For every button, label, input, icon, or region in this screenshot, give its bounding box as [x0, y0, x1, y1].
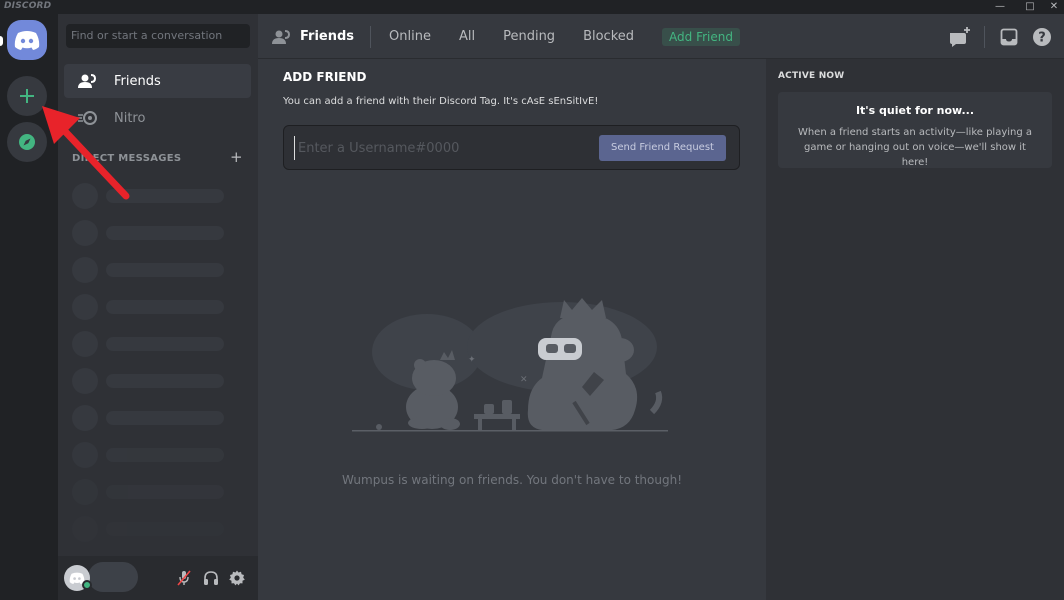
quiet-description: When a friend starts an activity—like pl… [796, 125, 1034, 170]
divider [984, 26, 985, 48]
tab-all[interactable]: All [459, 29, 475, 44]
tab-pending[interactable]: Pending [503, 29, 555, 44]
discord-logo-icon [14, 30, 40, 50]
discord-app: DISCORD — □ ✕ Find or start a con [0, 0, 1064, 600]
tab-blocked[interactable]: Blocked [583, 29, 634, 44]
send-friend-request-button[interactable]: Send Friend Request [599, 135, 726, 161]
active-now-title: ACTIVE NOW [778, 71, 844, 81]
svg-text:✕: ✕ [520, 375, 528, 385]
mute-microphone-icon[interactable] [175, 568, 193, 588]
divider [370, 26, 371, 48]
empty-state-text: Wumpus is waiting on friends. You don't … [258, 473, 766, 487]
headphones-icon[interactable] [202, 568, 220, 588]
annotation-arrow [36, 100, 136, 200]
dm-placeholder [72, 294, 224, 320]
active-now-panel: ACTIVE NOW It's quiet for now... When a … [766, 59, 1064, 600]
friends-icon [272, 29, 292, 45]
home-button[interactable] [7, 20, 47, 60]
app-brand: DISCORD [4, 1, 51, 11]
online-status-icon [82, 580, 92, 590]
tab-online[interactable]: Online [389, 29, 431, 44]
maximize-icon[interactable]: □ [1020, 0, 1040, 14]
dm-placeholder [72, 368, 224, 394]
settings-icon[interactable] [228, 568, 246, 588]
search-input[interactable]: Find or start a conversation [66, 24, 250, 48]
dm-placeholder [72, 257, 224, 283]
add-friend-box: Send Friend Request [283, 125, 740, 170]
explore-icon [18, 133, 36, 151]
username-redacted [88, 562, 138, 592]
dm-placeholder [72, 405, 224, 431]
friends-icon [76, 69, 100, 93]
username-input[interactable] [294, 136, 584, 160]
header-title: Friends [272, 29, 354, 45]
create-dm-button[interactable]: + [230, 148, 243, 166]
sidebar-item-label: Friends [114, 74, 161, 89]
tab-add-friend[interactable]: Add Friend [662, 28, 740, 46]
close-icon[interactable]: ✕ [1044, 0, 1064, 14]
new-group-dm-icon[interactable] [948, 25, 972, 49]
quiet-title: It's quiet for now... [778, 104, 1052, 117]
svg-text:✦: ✦ [468, 355, 476, 365]
add-server-icon [19, 88, 35, 104]
dm-placeholder [72, 516, 224, 542]
friends-tabs: Friends Online All Pending Blocked Add F… [272, 14, 740, 59]
selected-indicator [0, 36, 3, 46]
title-bar: DISCORD — □ ✕ [0, 0, 1064, 14]
minimize-icon[interactable]: — [990, 0, 1010, 14]
dm-placeholder [72, 220, 224, 246]
user-panel [58, 556, 258, 600]
sidebar-item-friends[interactable]: Friends [64, 64, 251, 98]
quiet-card: It's quiet for now... When a friend star… [778, 92, 1052, 168]
add-friend-title: ADD FRIEND [283, 70, 367, 84]
dm-placeholder [72, 442, 224, 468]
inbox-icon[interactable] [997, 25, 1021, 49]
dm-placeholder [72, 331, 224, 357]
help-icon[interactable]: ? [1030, 25, 1054, 49]
svg-text:?: ? [1038, 31, 1046, 46]
header-title-label: Friends [300, 29, 354, 44]
main-content: ADD FRIEND You can add a friend with the… [258, 14, 766, 600]
dm-placeholder [72, 479, 224, 505]
wumpus-illustration: ✦ ✕ [352, 292, 672, 452]
add-friend-description: You can add a friend with their Discord … [283, 96, 598, 107]
friends-header: Friends Online All Pending Blocked Add F… [258, 14, 1064, 59]
